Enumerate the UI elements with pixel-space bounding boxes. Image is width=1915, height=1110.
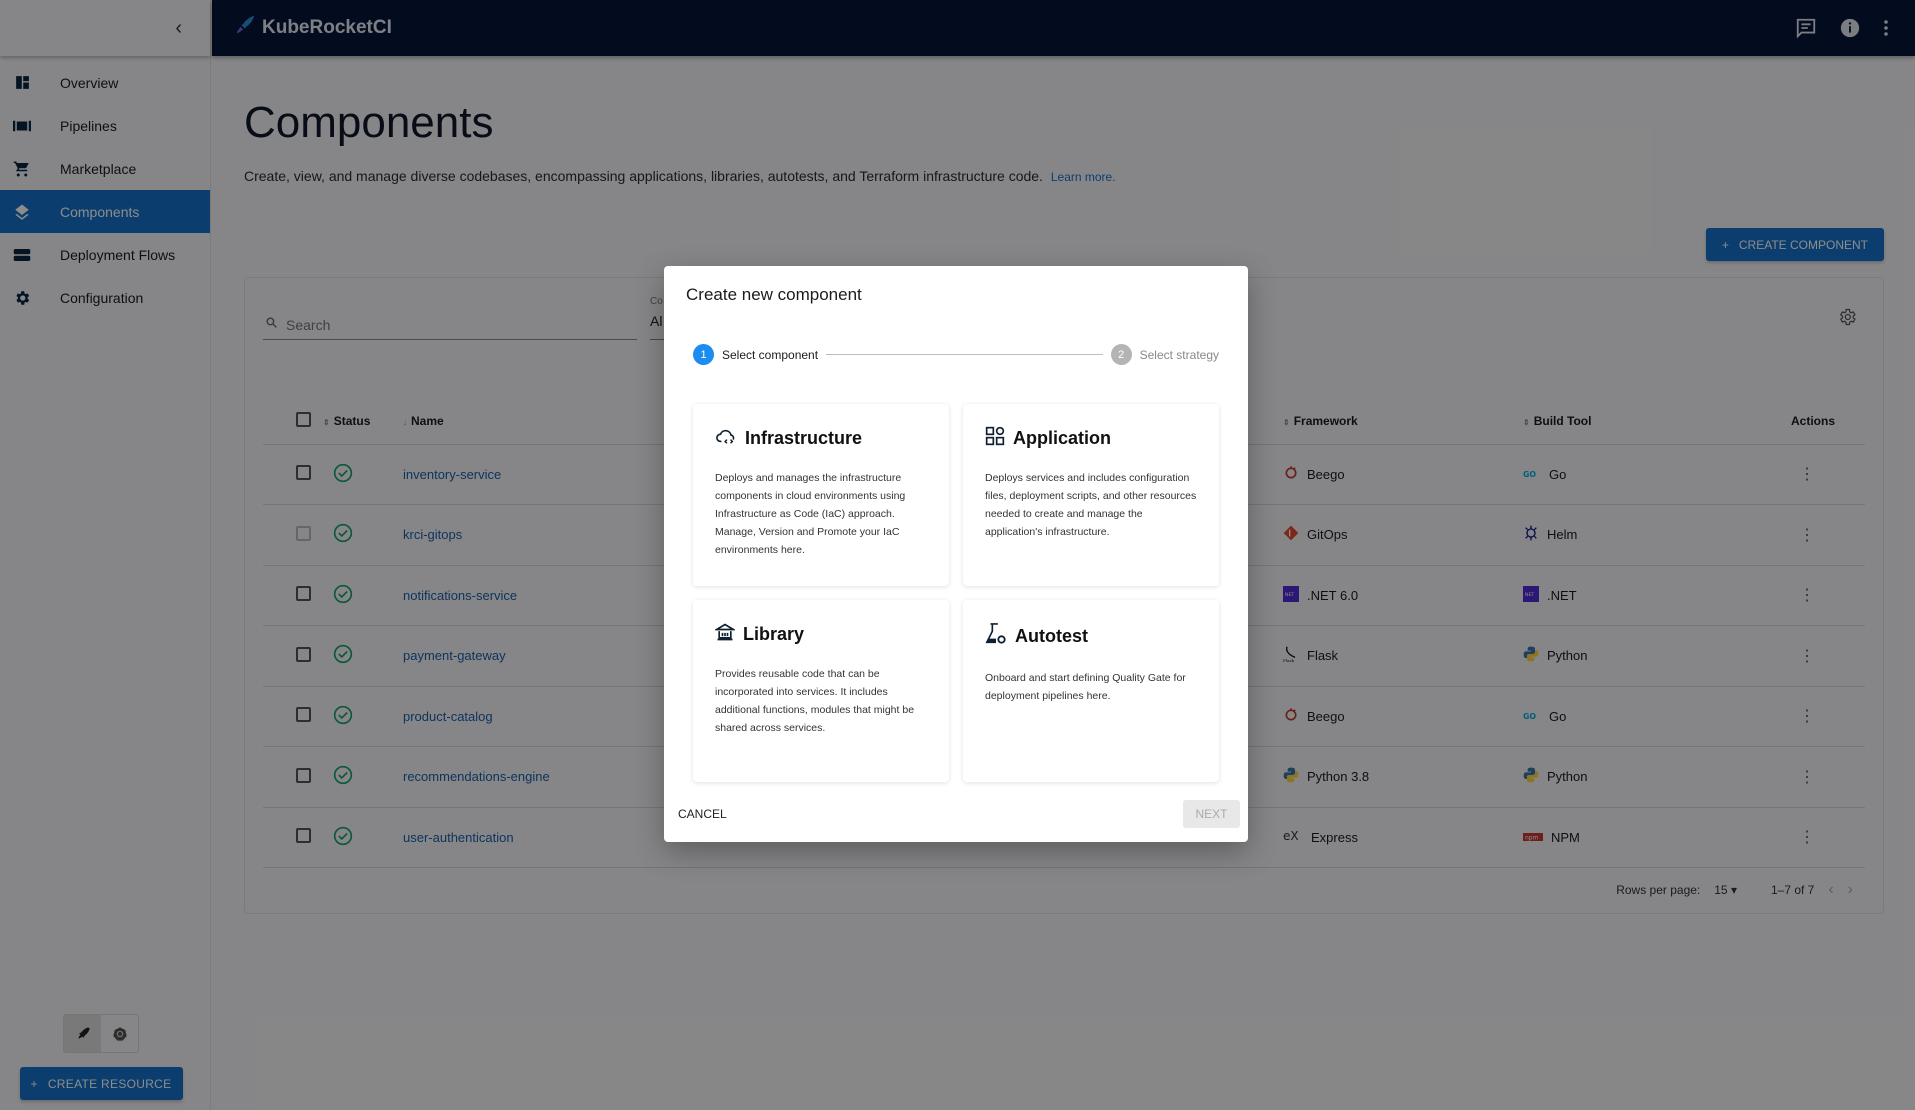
card-application[interactable]: Application Deploys services and include… [963, 404, 1219, 586]
step-select-strategy: 2 Select strategy [1110, 344, 1219, 365]
card-autotest[interactable]: Autotest Onboard and start defining Qual… [963, 600, 1219, 782]
flask-gear-icon [985, 622, 1007, 651]
apps-icon [985, 426, 1005, 451]
stepper: 1 Select component 2 Select strategy [693, 344, 1219, 365]
step-select-component: 1 Select component [693, 344, 818, 365]
component-type-cards: Infrastructure Deploys and manages the i… [693, 404, 1219, 782]
card-library[interactable]: Library Provides reusable code that can … [693, 600, 949, 782]
step-connector [826, 354, 1103, 355]
cancel-button[interactable]: CANCEL [678, 807, 727, 821]
next-button[interactable]: NEXT [1183, 800, 1240, 828]
dialog-footer: CANCEL NEXT [664, 786, 1248, 842]
card-infrastructure[interactable]: Infrastructure Deploys and manages the i… [693, 404, 949, 586]
cloud-code-icon [715, 426, 737, 451]
library-icon [713, 622, 737, 647]
dialog-title: Create new component [686, 285, 862, 304]
create-component-dialog: Create new component 1 Select component … [664, 266, 1248, 842]
